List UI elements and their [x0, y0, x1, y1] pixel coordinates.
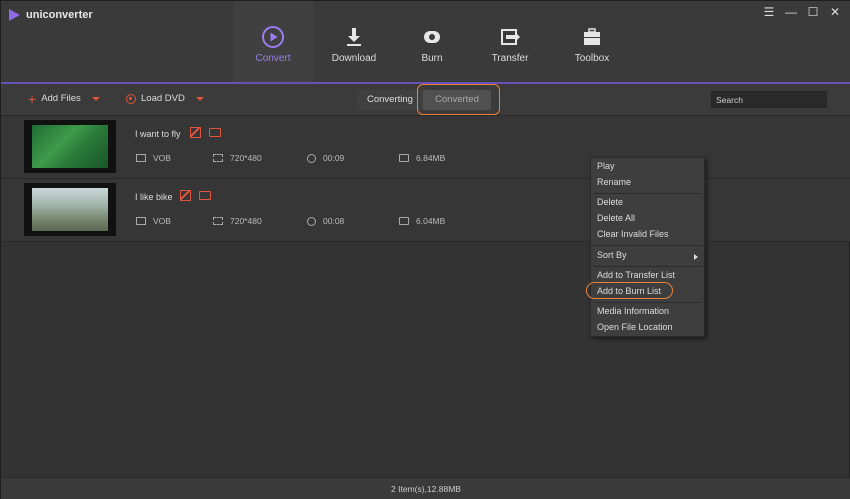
menu-item-clear-invalid[interactable]: Clear Invalid Files [597, 229, 669, 239]
app-window: uniconverter ☰ — ☐ ✕ Convert Download Bu… [0, 0, 850, 499]
tab-converting[interactable]: Converting [357, 90, 423, 110]
menu-divider [593, 245, 702, 246]
tab-download[interactable]: Download [314, 1, 394, 83]
download-icon [347, 28, 361, 46]
format-info: VOB [136, 216, 171, 226]
menu-item-delete-all[interactable]: Delete All [597, 213, 635, 223]
burn-icon [424, 31, 440, 43]
menu-item-open-location[interactable]: Open File Location [597, 322, 673, 332]
resolution-icon [213, 217, 223, 225]
window-controls: ☰ — ☐ ✕ [763, 6, 841, 18]
edit-icon[interactable] [190, 127, 201, 138]
highlight-ring [586, 282, 673, 299]
size-value: 6.04MB [416, 216, 446, 226]
highlight-ring [417, 84, 500, 115]
search-input[interactable] [711, 91, 827, 108]
tab-toolbox[interactable]: Toolbox [552, 1, 632, 83]
tab-transfer[interactable]: Transfer [470, 1, 550, 83]
tab-burn[interactable]: Burn [392, 1, 472, 83]
tab-convert[interactable]: Convert [233, 1, 313, 83]
duration-info: 00:09 [307, 153, 344, 163]
convert-icon [262, 26, 284, 48]
resolution-info: 720*480 [213, 153, 262, 163]
add-files-label: Add Files [41, 93, 81, 104]
load-dvd-label: Load DVD [141, 93, 185, 104]
chevron-down-icon[interactable] [91, 96, 100, 101]
tab-download-label: Download [331, 53, 377, 64]
edit-icon[interactable] [180, 190, 191, 201]
list-item[interactable]: I want to fly VOB 720*480 00:09 6.84MB [1, 116, 850, 179]
resolution-value: 720*480 [230, 216, 262, 226]
maximize-icon[interactable]: ☐ [807, 6, 819, 18]
folder-size-icon [399, 217, 409, 225]
toolbar: + Add Files Load DVD Converting Converte… [1, 84, 850, 116]
app-logo: uniconverter [9, 9, 93, 21]
clock-icon [307, 216, 316, 226]
format-info: VOB [136, 153, 171, 163]
duration-info: 00:08 [307, 216, 344, 226]
video-thumbnail[interactable] [24, 120, 116, 173]
menu-divider [593, 193, 702, 194]
resolution-icon [213, 154, 223, 162]
play-logo-icon [9, 9, 20, 21]
menu-item-add-transfer[interactable]: Add to Transfer List [597, 270, 675, 280]
close-icon[interactable]: ✕ [829, 6, 841, 18]
folder-icon[interactable] [209, 128, 221, 137]
film-icon [136, 154, 146, 162]
folder-size-icon [399, 154, 409, 162]
duration-value: 00:09 [323, 153, 345, 163]
size-info: 6.84MB [399, 153, 445, 163]
video-thumbnail[interactable] [24, 183, 116, 236]
load-dvd-button[interactable]: Load DVD [126, 93, 204, 104]
add-files-button[interactable]: + Add Files [28, 90, 100, 107]
tab-toolbox-label: Toolbox [574, 53, 610, 64]
format-value: VOB [153, 153, 171, 163]
menu-item-play[interactable]: Play [597, 161, 615, 171]
size-value: 6.84MB [416, 153, 446, 163]
plus-icon: + [28, 90, 37, 107]
resolution-value: 720*480 [230, 153, 262, 163]
submenu-arrow-icon [694, 254, 698, 260]
menu-item-delete[interactable]: Delete [597, 197, 623, 207]
menu-item-media-info[interactable]: Media Information [597, 306, 669, 316]
chevron-down-icon[interactable] [195, 96, 204, 101]
folder-icon[interactable] [199, 191, 211, 200]
film-icon [136, 217, 146, 225]
file-name: I like bike [135, 192, 173, 202]
toolbox-icon [584, 28, 600, 45]
resolution-info: 720*480 [213, 216, 262, 226]
file-name: I want to fly [135, 129, 181, 139]
status-summary: 2 Item(s),12.88MB [391, 484, 461, 494]
tab-transfer-label: Transfer [491, 53, 529, 64]
tab-burn-label: Burn [421, 53, 443, 64]
menu-icon[interactable]: ☰ [763, 6, 775, 18]
format-value: VOB [153, 216, 171, 226]
menu-divider [593, 266, 702, 267]
menu-item-sort-by[interactable]: Sort By [597, 250, 627, 260]
size-info: 6.04MB [399, 216, 445, 226]
menu-item-rename[interactable]: Rename [597, 177, 631, 187]
dvd-icon [126, 93, 136, 104]
app-name: uniconverter [26, 9, 93, 21]
status-bar: 2 Item(s),12.88MB [1, 477, 850, 499]
clock-icon [307, 153, 316, 163]
menu-divider [593, 302, 702, 303]
transfer-icon [501, 29, 520, 45]
title-bar: uniconverter ☰ — ☐ ✕ Convert Download Bu… [1, 1, 850, 83]
context-menu: Play Rename Delete Delete All Clear Inva… [590, 157, 705, 337]
minimize-icon[interactable]: — [785, 6, 797, 18]
tab-convert-label: Convert [255, 53, 291, 64]
list-item[interactable]: I like bike VOB 720*480 00:08 6.04MB [1, 179, 850, 242]
duration-value: 00:08 [323, 216, 345, 226]
